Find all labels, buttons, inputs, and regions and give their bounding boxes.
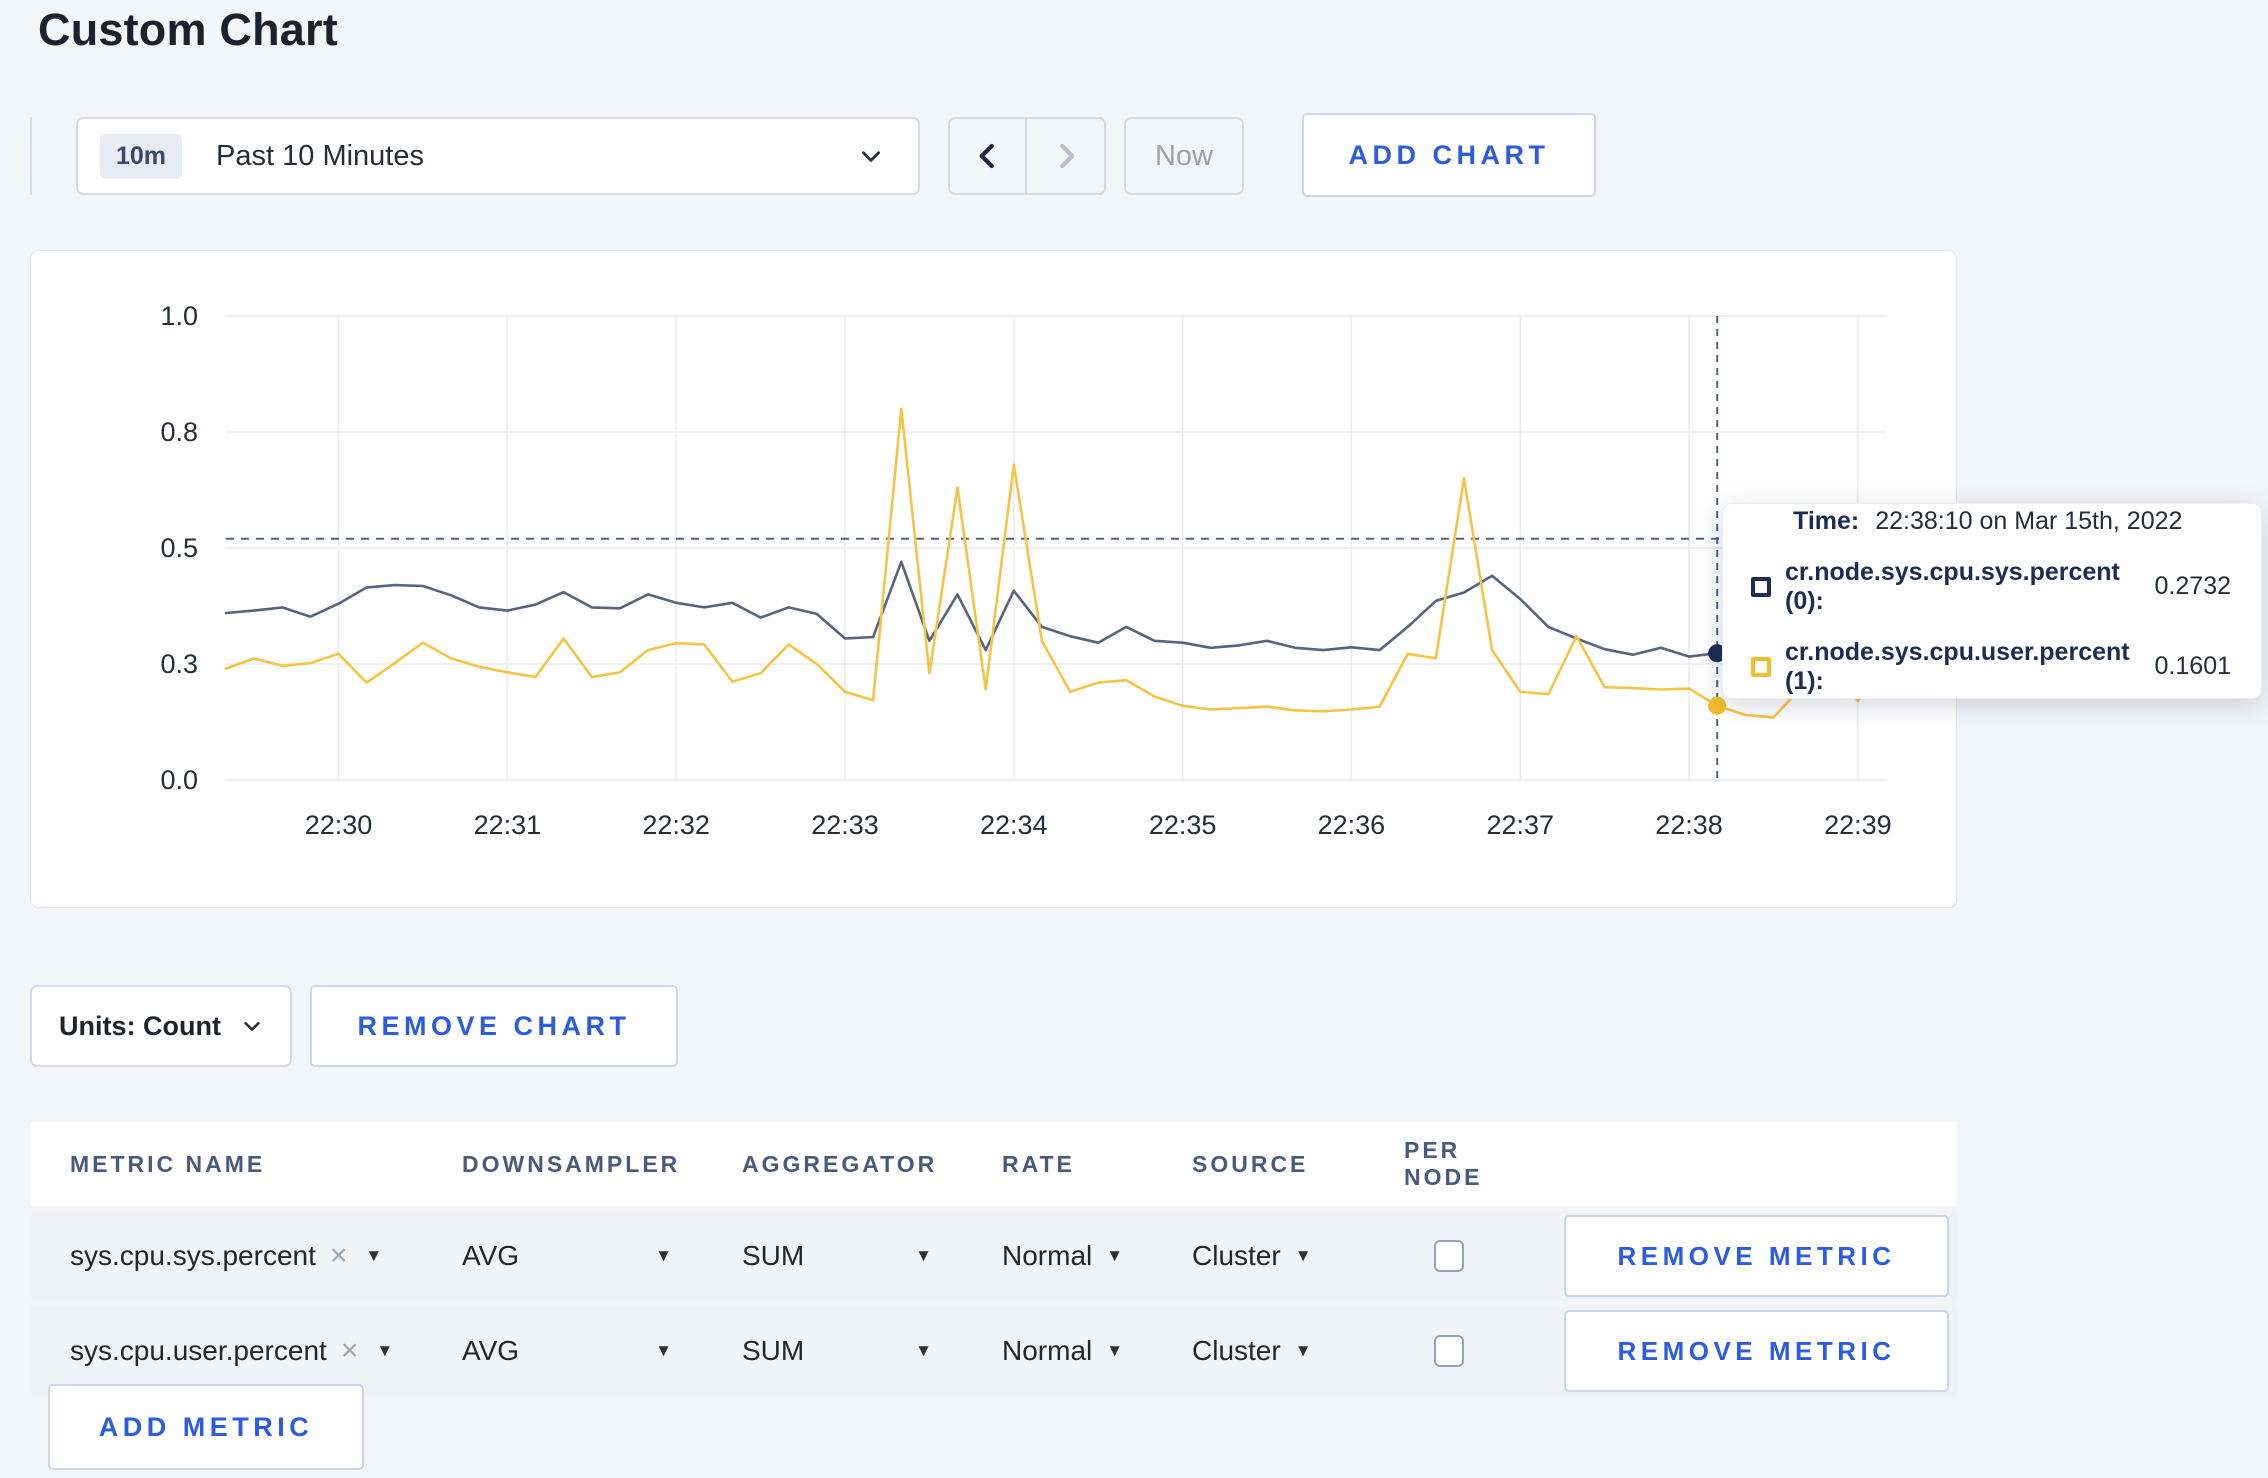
svg-text:0.3: 0.3 [160,649,198,679]
col-header-metric-name: METRIC NAME [70,1150,266,1177]
per-node-cell [1364,1335,1534,1367]
metric-name-select[interactable]: sys.cpu.sys.percent [70,1240,316,1272]
svg-text:22:33: 22:33 [811,810,879,840]
source-select[interactable]: Cluster ▼ [1152,1335,1364,1367]
downsampler-value: AVG [462,1240,520,1271]
col-header-aggregator: AGGREGATOR [742,1150,938,1177]
svg-text:1.0: 1.0 [160,301,198,331]
metric-name-cell: sys.cpu.user.percent × ▼ [30,1335,422,1367]
add-chart-button[interactable]: ADD CHART [1302,113,1596,197]
metric-name-select[interactable]: sys.cpu.user.percent [70,1335,327,1367]
svg-text:0.8: 0.8 [160,417,198,447]
tooltip-series-user-name: cr.node.sys.cpu.user.percent (1): [1785,637,2130,695]
dropdown-arrow-icon[interactable]: ▼ [365,1246,382,1266]
col-header-source: SOURCE [1192,1150,1309,1177]
actions-cell: REMOVE METRIC [1534,1215,1957,1297]
tooltip-series-sys-value: 0.2732 [2154,572,2231,600]
chevron-down-icon [858,143,884,169]
cpu-usage-chart[interactable]: 22:30 22:31 22:32 22:33 22:34 22:35 22:36 22:37… [31,251,1956,907]
svg-text:22:38: 22:38 [1655,810,1723,840]
svg-text:22:30: 22:30 [305,810,373,840]
units-label: Units: Count [59,1010,221,1041]
time-range-select[interactable]: 10m Past 10 Minutes [76,117,920,195]
tooltip-series-user-value: 0.1601 [2154,652,2231,680]
svg-text:22:36: 22:36 [1318,810,1386,840]
dropdown-arrow-icon: ▼ [1106,1246,1124,1265]
svg-text:22:34: 22:34 [980,810,1048,840]
metrics-table: METRIC NAME DOWNSAMPLER AGGREGATOR RATE … [30,1122,1957,1396]
svg-text:0.5: 0.5 [160,533,198,563]
time-range-label: Past 10 Minutes [216,139,424,172]
col-header-rate: RATE [1002,1150,1075,1177]
svg-text:22:39: 22:39 [1824,810,1892,840]
time-prev-button[interactable] [950,119,1027,193]
svg-text:22:37: 22:37 [1486,810,1554,840]
remove-metric-button[interactable]: REMOVE METRIC [1564,1215,1949,1297]
remove-metric-button[interactable]: REMOVE METRIC [1564,1310,1949,1392]
actions-cell: REMOVE METRIC [1534,1310,1957,1392]
add-metric-button[interactable]: ADD METRIC [48,1384,364,1470]
tooltip-time-label: Time: [1793,506,1860,535]
dropdown-arrow-icon[interactable]: ▼ [376,1341,393,1361]
aggregator-value: SUM [742,1240,805,1271]
col-header-per-node: PER NODE [1404,1137,1483,1190]
remove-chart-button[interactable]: REMOVE CHART [310,985,678,1067]
chart-hover-tooltip: Time: 22:38:10 on Mar 15th, 2022 cr.node… [1722,503,2262,699]
page-title: Custom Chart [38,4,338,55]
dropdown-arrow-icon: ▼ [1294,1246,1312,1265]
chart-card: 22:30 22:31 22:32 22:33 22:34 22:35 22:36 22:37… [30,250,1957,908]
aggregator-value: SUM [742,1335,805,1366]
rate-select[interactable]: Normal ▼ [962,1335,1152,1367]
metrics-table-header: METRIC NAME DOWNSAMPLER AGGREGATOR RATE … [30,1122,1957,1206]
dropdown-arrow-icon: ▼ [915,1341,932,1360]
chevron-right-icon [1051,141,1081,171]
per-node-cell [1364,1240,1534,1272]
svg-text:0.0: 0.0 [160,765,198,795]
svg-text:22:32: 22:32 [642,810,710,840]
per-node-checkbox[interactable] [1434,1240,1464,1272]
clear-metric-icon[interactable]: × [341,1336,359,1366]
series-sys-swatch-icon [1751,576,1771,597]
clear-metric-icon[interactable]: × [330,1241,348,1271]
chevron-left-icon [973,141,1003,171]
metric-row: sys.cpu.sys.percent × ▼ AVG ▼ SUM ▼ Norm… [30,1211,1957,1301]
dropdown-arrow-icon: ▼ [915,1246,932,1265]
now-button[interactable]: Now [1124,117,1244,195]
dropdown-arrow-icon: ▼ [1106,1341,1124,1360]
svg-text:22:35: 22:35 [1149,810,1217,840]
source-select[interactable]: Cluster ▼ [1152,1240,1364,1272]
tooltip-series-sys-name: cr.node.sys.cpu.sys.percent (0): [1785,557,2120,615]
series-user-swatch-icon [1751,656,1771,677]
metric-row: sys.cpu.user.percent × ▼ AVG ▼ SUM ▼ Nor… [30,1306,1957,1396]
downsampler-select[interactable]: AVG ▼ [422,1240,702,1272]
time-pager [948,117,1106,195]
downsampler-value: AVG [462,1335,520,1366]
per-node-checkbox[interactable] [1434,1335,1464,1367]
col-header-downsampler: DOWNSAMPLER [462,1150,681,1177]
aggregator-select[interactable]: SUM ▼ [702,1335,962,1367]
metric-name-cell: sys.cpu.sys.percent × ▼ [30,1240,422,1272]
units-select[interactable]: Units: Count [30,985,292,1067]
rate-value: Normal [1002,1240,1093,1271]
svg-text:22:31: 22:31 [474,810,542,840]
time-range-badge: 10m [100,133,183,179]
dropdown-arrow-icon: ▼ [655,1246,672,1265]
dropdown-arrow-icon: ▼ [1294,1341,1312,1360]
source-value: Cluster [1192,1335,1281,1366]
downsampler-select[interactable]: AVG ▼ [422,1335,702,1367]
toolbar-divider [30,117,32,195]
time-next-button[interactable] [1027,119,1104,193]
dropdown-arrow-icon: ▼ [655,1341,672,1360]
chevron-down-icon [241,1015,263,1037]
rate-select[interactable]: Normal ▼ [962,1240,1152,1272]
source-value: Cluster [1192,1240,1281,1271]
rate-value: Normal [1002,1335,1093,1366]
tooltip-time-value: 22:38:10 on Mar 15th, 2022 [1875,506,2183,535]
aggregator-select[interactable]: SUM ▼ [702,1240,962,1272]
